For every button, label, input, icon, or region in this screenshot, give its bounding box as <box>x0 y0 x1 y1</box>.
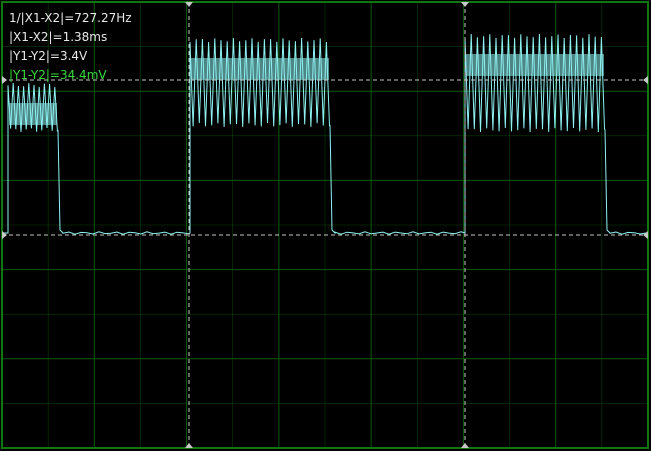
frequency-readout: 1/|X1-X2|=727.27Hz <box>9 11 132 25</box>
voltage-delta-readout-ch1: |Y1-Y2|=3.4V <box>9 49 88 63</box>
voltage-delta-readout-ch2: |Y1-Y2|=34.4mV <box>9 68 107 82</box>
cursor-readouts: 1/|X1-X2|=727.27Hz |X1-X2|=1.38ms |Y1-Y2… <box>9 9 132 85</box>
time-delta-readout: |X1-X2|=1.38ms <box>9 30 108 44</box>
burst-envelope <box>191 58 329 80</box>
burst-envelope <box>9 103 57 125</box>
burst-envelope <box>466 54 604 76</box>
